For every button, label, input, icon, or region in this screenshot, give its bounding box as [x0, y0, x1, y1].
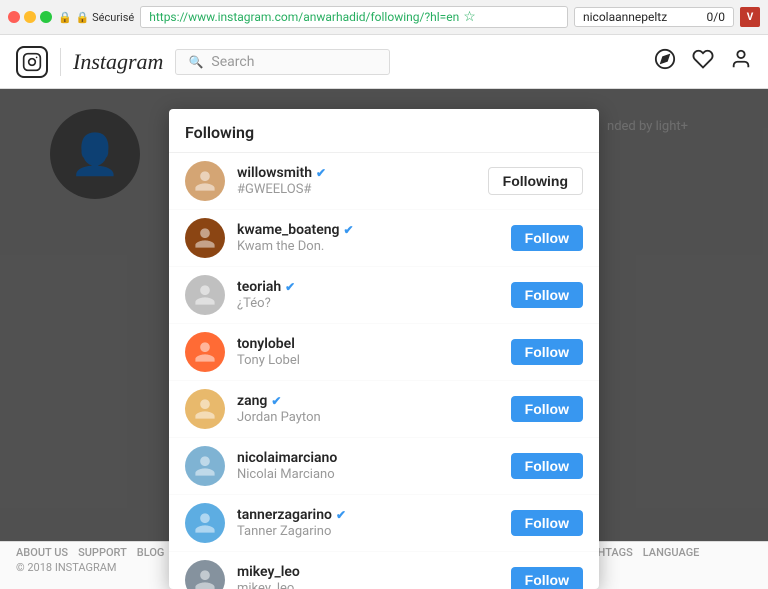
verified-badge: ✔	[271, 394, 281, 408]
footer-link[interactable]: Language	[643, 546, 700, 559]
instagram-wordmark[interactable]: Instagram	[73, 49, 163, 75]
username[interactable]: mikey_leo	[237, 564, 499, 580]
follow-button[interactable]: Follow	[511, 339, 583, 365]
follow-button[interactable]: Follow	[511, 396, 583, 422]
verified-badge: ✔	[285, 280, 295, 294]
user-fullname: Kwam the Don.	[237, 239, 499, 254]
user-fullname: #GWEELOS#	[237, 182, 476, 197]
user-row[interactable]: nicolaimarciano Nicolai Marciano Follow	[169, 438, 599, 495]
username[interactable]: willowsmith ✔	[237, 165, 476, 181]
search-placeholder: Search	[211, 54, 254, 70]
minimize-btn[interactable]	[24, 11, 36, 23]
browser-chrome: 🔒 🔒 Sécurisé https://www.instagram.com/a…	[0, 0, 768, 35]
browser-search-value: nicolaannepeltz	[583, 10, 667, 24]
user-info: tonylobel Tony Lobel	[237, 336, 499, 368]
bookmark-icon[interactable]: ☆	[463, 9, 476, 25]
instagram-camera-icon[interactable]	[16, 46, 48, 78]
search-bar[interactable]: 🔍 Search	[175, 49, 390, 75]
verified-badge: ✔	[336, 508, 346, 522]
footer-link[interactable]: Blog	[137, 546, 165, 559]
url-text: https://www.instagram.com/anwarhadid/fol…	[149, 10, 459, 24]
username[interactable]: kwame_boateng ✔	[237, 222, 499, 238]
user-avatar	[185, 389, 225, 429]
following-list: willowsmith ✔ #GWEELOS# Following kwame_…	[169, 153, 599, 589]
user-avatar	[185, 332, 225, 372]
user-avatar	[185, 446, 225, 486]
user-fullname: Nicolai Marciano	[237, 467, 499, 482]
user-fullname: Jordan Payton	[237, 410, 499, 425]
maximize-btn[interactable]	[40, 11, 52, 23]
browser-extension[interactable]: V	[740, 7, 760, 27]
user-fullname: mikey_leo	[237, 581, 499, 589]
following-button[interactable]: Following	[488, 167, 583, 195]
user-fullname: Tony Lobel	[237, 353, 499, 368]
user-avatar	[185, 560, 225, 589]
following-modal: Following willowsmith ✔ #GWEELOS# Follow…	[169, 109, 599, 589]
user-row[interactable]: tannerzagarino ✔ Tanner Zagarino Follow	[169, 495, 599, 552]
user-avatar	[185, 503, 225, 543]
profile-icon[interactable]	[730, 48, 752, 75]
user-avatar	[185, 218, 225, 258]
user-row[interactable]: mikey_leo mikey_leo Follow	[169, 552, 599, 589]
page-background: 👤 nded by light+ Following willowsmith ✔…	[0, 89, 768, 541]
user-info: tannerzagarino ✔ Tanner Zagarino	[237, 507, 499, 539]
user-fullname: ¿Téo?	[237, 296, 499, 311]
browser-traffic-lights	[8, 11, 52, 23]
user-row[interactable]: zang ✔ Jordan Payton Follow	[169, 381, 599, 438]
header-divider	[60, 48, 61, 76]
browser-search-count: 0/0	[707, 10, 725, 24]
username[interactable]: tonylobel	[237, 336, 499, 352]
lock-icon: 🔒	[58, 11, 72, 24]
user-info: kwame_boateng ✔ Kwam the Don.	[237, 222, 499, 254]
verified-badge: ✔	[316, 166, 326, 180]
follow-button[interactable]: Follow	[511, 453, 583, 479]
user-row[interactable]: kwame_boateng ✔ Kwam the Don. Follow	[169, 210, 599, 267]
user-info: nicolaimarciano Nicolai Marciano	[237, 450, 499, 482]
username[interactable]: nicolaimarciano	[237, 450, 499, 466]
user-row[interactable]: tonylobel Tony Lobel Follow	[169, 324, 599, 381]
extension-label: V	[747, 12, 754, 23]
footer-link[interactable]: Support	[78, 546, 127, 559]
address-bar[interactable]: https://www.instagram.com/anwarhadid/fol…	[140, 6, 568, 28]
modal-title: Following	[169, 109, 599, 153]
user-row[interactable]: teoriah ✔ ¿Téo? Follow	[169, 267, 599, 324]
username[interactable]: teoriah ✔	[237, 279, 499, 295]
nav-icons	[654, 48, 752, 75]
follow-button[interactable]: Follow	[511, 282, 583, 308]
username[interactable]: zang ✔	[237, 393, 499, 409]
heart-icon[interactable]	[692, 48, 714, 75]
verified-badge: ✔	[344, 223, 354, 237]
user-row[interactable]: willowsmith ✔ #GWEELOS# Following	[169, 153, 599, 210]
search-icon: 🔍	[188, 55, 203, 69]
browser-search-bar[interactable]: nicolaannepeltz 0/0	[574, 7, 734, 27]
modal-overlay: Following willowsmith ✔ #GWEELOS# Follow…	[0, 89, 768, 541]
close-btn[interactable]	[8, 11, 20, 23]
compass-icon[interactable]	[654, 48, 676, 75]
user-info: zang ✔ Jordan Payton	[237, 393, 499, 425]
user-avatar	[185, 275, 225, 315]
user-avatar	[185, 161, 225, 201]
user-info: willowsmith ✔ #GWEELOS#	[237, 165, 476, 197]
username[interactable]: tannerzagarino ✔	[237, 507, 499, 523]
follow-button[interactable]: Follow	[511, 225, 583, 251]
user-info: mikey_leo mikey_leo	[237, 564, 499, 589]
security-text: 🔒 Sécurisé	[76, 11, 135, 24]
security-indicator: 🔒 🔒 Sécurisé	[58, 11, 134, 24]
instagram-header: Instagram 🔍 Search	[0, 35, 768, 89]
follow-button[interactable]: Follow	[511, 510, 583, 536]
user-fullname: Tanner Zagarino	[237, 524, 499, 539]
user-info: teoriah ✔ ¿Téo?	[237, 279, 499, 311]
footer-link[interactable]: About Us	[16, 546, 68, 559]
follow-button[interactable]: Follow	[511, 567, 583, 589]
